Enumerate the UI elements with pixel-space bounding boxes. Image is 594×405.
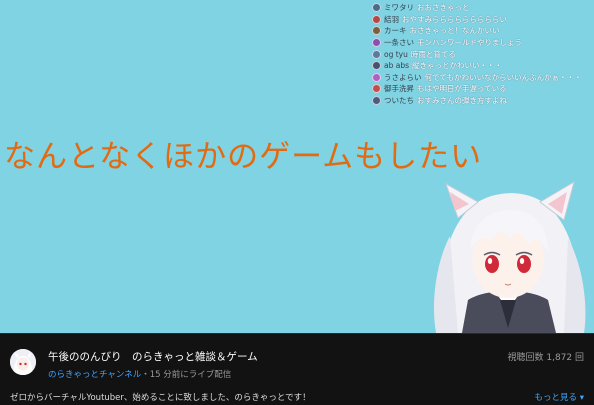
chat-message: ミワタリ おおさきゃっと — [372, 2, 594, 14]
chat-author-name[interactable]: 御手洗昇 — [384, 83, 414, 94]
chat-author-name[interactable]: うさよらい — [384, 72, 422, 83]
vtuber-avatar-image — [433, 180, 586, 333]
video-description: ゼロからバーチャルYoutuber、始めることに致しました、のらきゃっとです！ — [10, 393, 311, 403]
chat-message: og tyu 時雨と育てる — [372, 48, 594, 60]
chat-message: 一条さい モンハンワールドやりましょう — [372, 37, 594, 49]
chat-message: 御手洗昇 もはや明日が手遅っている — [372, 83, 594, 95]
channel-line: のらきゃっとチャンネル・15 分前にライブ配信 — [48, 368, 231, 380]
chat-author-avatar[interactable] — [372, 96, 381, 106]
chat-author-name[interactable]: og tyu — [384, 49, 408, 60]
chat-author-name[interactable]: カーキ — [384, 25, 407, 36]
chat-author-avatar[interactable] — [372, 61, 381, 71]
live-chat-overlay: ミワタリ おおさきゃっと 結羽 おやすみらららららららららい カーキ おさきゃっと！なんか… — [372, 2, 594, 106]
chat-author-avatar[interactable] — [372, 72, 381, 82]
chat-author-name[interactable]: ついたち — [384, 95, 414, 106]
chat-message-text: おすみさんの弾き方すよね — [417, 96, 507, 106]
chat-author-avatar[interactable] — [372, 3, 381, 13]
chat-message-text: モンハンワールドやりましょう — [417, 38, 522, 48]
chat-author-name[interactable]: 一条さい — [384, 37, 414, 48]
chat-author-avatar[interactable] — [372, 14, 381, 24]
channel-name-link[interactable]: のらきゃっとチャンネル — [48, 370, 141, 380]
chat-message: ついたち おすみさんの弾き方すよね — [372, 95, 594, 107]
chat-message: カーキ おさきゃっと！なんかいい — [372, 25, 594, 37]
chat-author-name[interactable]: ab abs — [384, 60, 409, 71]
chat-author-avatar[interactable] — [372, 26, 381, 36]
chat-message-text: 時雨と育てる — [410, 49, 456, 59]
chat-author-name[interactable]: 結羽 — [384, 14, 399, 25]
chat-author-avatar[interactable] — [372, 84, 381, 94]
chat-message-text: おおさきゃっと — [417, 3, 470, 13]
video-title: 午後ののんびり のらきゃっと雑談＆ゲーム — [48, 351, 258, 363]
view-count: 視聴回数 1,872 回 — [507, 353, 585, 363]
channel-avatar[interactable] — [10, 349, 36, 375]
stream-headline: なんとなくほかのゲームもしたい — [4, 139, 483, 175]
chat-message-text: おやすみらららららららららい — [402, 14, 507, 24]
chat-message: ab abs 縦きゃっとかわいい・・・ — [372, 60, 594, 72]
chat-message-text: 何でてもかわいいなからいいんぶんかぁ・・・ — [424, 72, 582, 82]
show-more-button[interactable]: もっと見る ▾ — [535, 391, 584, 403]
chat-message: 結羽 おやすみらららららららららい — [372, 14, 594, 26]
chat-author-name[interactable]: ミワタリ — [384, 2, 414, 13]
live-timestamp: ・15 分前にライブ配信 — [141, 370, 232, 380]
chat-message-text: 縦きゃっとかわいい・・・ — [412, 61, 503, 71]
video-player[interactable]: ミワタリ おおさきゃっと 結羽 おやすみらららららららららい カーキ おさきゃっと！なんか… — [0, 0, 594, 333]
chat-message: うさよらい 何でてもかわいいなからいいんぶんかぁ・・・ — [372, 72, 594, 84]
chat-author-avatar[interactable] — [372, 49, 381, 59]
chat-author-avatar[interactable] — [372, 38, 381, 48]
chat-message-text: おさきゃっと！なんかいい — [409, 26, 500, 36]
chat-message-text: もはや明日が手遅っている — [417, 84, 507, 94]
video-info-panel: 午後ののんびり のらきゃっと雑談＆ゲーム 視聴回数 1,872 回 のらきゃっと… — [0, 333, 594, 405]
